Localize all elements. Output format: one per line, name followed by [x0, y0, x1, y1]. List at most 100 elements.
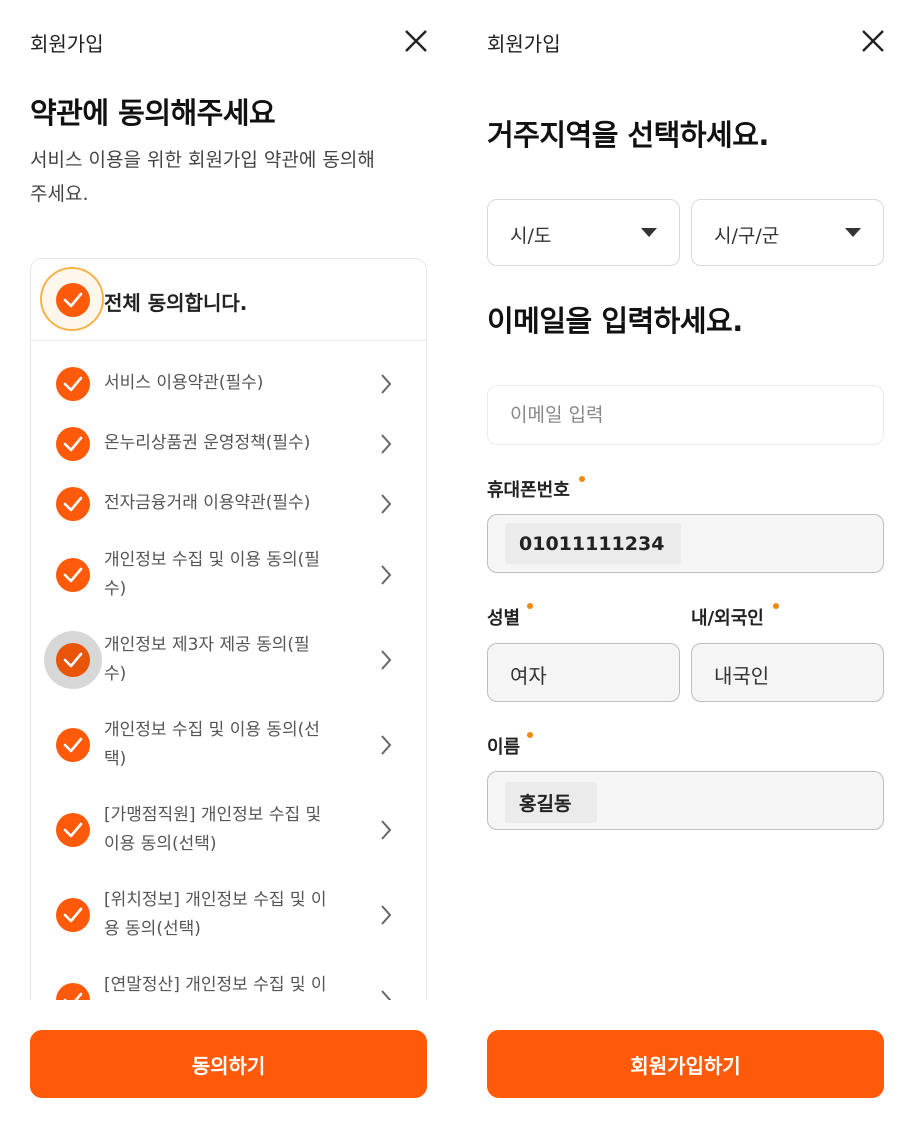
signup-form-screen: 회원가입 거주지역을 선택하세요. 시/도 시/구/군 이메일을 입력하세요. … — [457, 0, 913, 1127]
gender-field: 여자 — [487, 643, 680, 702]
name-field: 홍길동 — [487, 771, 884, 830]
term-checkbox[interactable] — [56, 487, 90, 521]
term-label-line: 온누리상품권 운영정책(필수) — [104, 433, 311, 453]
term-label-line: 개인정보 수집 및 이용 동의(필 — [104, 550, 320, 570]
check-icon — [63, 907, 83, 923]
term-label-line: 이용 동의(선택) — [104, 834, 217, 854]
nationality-label: 내/외국인 — [691, 608, 764, 629]
chevron-right-icon[interactable] — [379, 989, 393, 1000]
check-icon — [63, 737, 83, 753]
agree-button[interactable]: 동의하기 — [30, 1030, 427, 1098]
term-label: [연말정산] 개인정보 수집 및 이 — [104, 971, 339, 1000]
term-item-onnuri-policy[interactable]: 온누리상품권 운영정책(필수) — [31, 424, 426, 464]
city-select-value: 시/구/군 — [714, 225, 780, 247]
chevron-right-icon[interactable] — [379, 373, 393, 395]
term-checkbox[interactable] — [56, 427, 90, 461]
page-title: 약관에 동의해주세요 — [30, 96, 276, 130]
term-item-privacy-required[interactable]: 개인정보 수집 및 이용 동의(필 수) — [31, 546, 426, 606]
term-item-e-finance[interactable]: 전자금융거래 이용약관(필수) — [31, 484, 426, 524]
province-select-value: 시/도 — [510, 225, 552, 247]
required-dot — [527, 732, 533, 738]
term-label: 전자금융거래 이용약관(필수) — [104, 489, 339, 518]
term-item-merchant-staff[interactable]: [가맹점직원] 개인정보 수집 및 이용 동의(선택) — [31, 801, 426, 861]
caret-down-icon — [641, 228, 657, 237]
term-label-line: 수) — [104, 664, 127, 684]
term-label: 개인정보 제3자 제공 동의(필 수) — [104, 631, 339, 689]
close-icon[interactable] — [403, 28, 429, 54]
term-label-line: [가맹점직원] 개인정보 수집 및 — [104, 805, 322, 825]
close-icon[interactable] — [860, 28, 886, 54]
term-checkbox[interactable] — [56, 558, 90, 592]
subtitle-line: 서비스 이용을 위한 회원가입 약관에 동의해 — [30, 149, 375, 171]
term-label: 개인정보 수집 및 이용 동의(선 택) — [104, 716, 339, 774]
term-checkbox[interactable] — [56, 643, 90, 677]
province-select[interactable]: 시/도 — [487, 199, 680, 266]
caret-down-icon — [845, 228, 861, 237]
name-label: 이름 — [487, 737, 521, 758]
chevron-right-icon[interactable] — [379, 904, 393, 926]
header-title: 회원가입 — [30, 32, 104, 56]
check-icon — [63, 496, 83, 512]
check-icon — [63, 436, 83, 452]
term-checkbox[interactable] — [56, 813, 90, 847]
page-subtitle: 서비스 이용을 위한 회원가입 약관에 동의해 주세요. — [30, 143, 375, 211]
term-label-line: 택) — [104, 749, 127, 769]
check-icon — [63, 292, 83, 308]
chevron-right-icon[interactable] — [379, 734, 393, 756]
required-dot — [773, 603, 779, 609]
nationality-field: 내국인 — [691, 643, 884, 702]
term-label: 서비스 이용약관(필수) — [104, 369, 339, 398]
gender-value: 여자 — [510, 664, 547, 688]
term-label-line: [위치정보] 개인정보 수집 및 이 — [104, 890, 327, 910]
phone-value: 01011111234 — [505, 523, 681, 564]
agree-all-checkbox[interactable] — [56, 283, 90, 317]
term-label-line: 개인정보 수집 및 이용 동의(선 — [104, 720, 320, 740]
term-item-privacy-optional[interactable]: 개인정보 수집 및 이용 동의(선 택) — [31, 716, 426, 776]
chevron-right-icon[interactable] — [379, 433, 393, 455]
term-item-location[interactable]: [위치정보] 개인정보 수집 및 이 용 동의(선택) — [31, 886, 426, 946]
term-item-service[interactable]: 서비스 이용약관(필수) — [31, 364, 426, 404]
check-icon — [63, 652, 83, 668]
term-label: [가맹점직원] 개인정보 수집 및 이용 동의(선택) — [104, 801, 339, 859]
term-item-year-end-tax[interactable]: [연말정산] 개인정보 수집 및 이 — [31, 971, 426, 1000]
subtitle-line: 주세요. — [30, 183, 89, 205]
term-label: 온누리상품권 운영정책(필수) — [104, 429, 339, 458]
check-icon — [63, 376, 83, 392]
term-label-line: 서비스 이용약관(필수) — [104, 373, 264, 393]
term-checkbox[interactable] — [56, 983, 90, 1000]
term-label-line: 용 동의(선택) — [104, 919, 201, 939]
chevron-right-icon[interactable] — [379, 564, 393, 586]
term-checkbox[interactable] — [56, 898, 90, 932]
check-icon — [63, 992, 83, 1000]
term-label: [위치정보] 개인정보 수집 및 이 용 동의(선택) — [104, 886, 339, 944]
term-item-third-party[interactable]: 개인정보 제3자 제공 동의(필 수) — [31, 631, 426, 691]
agree-all-row[interactable]: 전체 동의합니다. — [31, 259, 426, 341]
check-icon — [63, 567, 83, 583]
phone-field: 01011111234 — [487, 514, 884, 573]
term-label-line: 개인정보 제3자 제공 동의(필 — [104, 635, 310, 655]
term-checkbox[interactable] — [56, 367, 90, 401]
terms-list: 전체 동의합니다. 서비스 이용약관(필수) 온누리상품권 운영정책(필수) 전… — [30, 258, 427, 1000]
chevron-right-icon[interactable] — [379, 649, 393, 671]
terms-agreement-screen: 회원가입 약관에 동의해주세요 서비스 이용을 위한 회원가입 약관에 동의해 … — [0, 0, 457, 1127]
email-title: 이메일을 입력하세요. — [487, 304, 743, 338]
phone-label: 휴대폰번호 — [487, 480, 570, 501]
term-checkbox[interactable] — [56, 728, 90, 762]
term-label-line: [연말정산] 개인정보 수집 및 이 — [104, 975, 327, 995]
region-title: 거주지역을 선택하세요. — [487, 118, 769, 152]
required-dot — [527, 603, 533, 609]
term-label-line: 전자금융거래 이용약관(필수) — [104, 493, 311, 513]
email-input[interactable] — [487, 385, 884, 445]
chevron-right-icon[interactable] — [379, 493, 393, 515]
required-dot — [579, 476, 585, 482]
term-label-line: 수) — [104, 579, 127, 599]
term-label: 개인정보 수집 및 이용 동의(필 수) — [104, 546, 339, 604]
nationality-value: 내국인 — [714, 664, 770, 688]
check-icon — [63, 822, 83, 838]
gender-label: 성별 — [487, 608, 521, 629]
signup-button[interactable]: 회원가입하기 — [487, 1030, 884, 1098]
city-select[interactable]: 시/구/군 — [691, 199, 884, 266]
agree-all-label: 전체 동의합니다. — [104, 291, 248, 315]
name-value: 홍길동 — [505, 782, 597, 823]
chevron-right-icon[interactable] — [379, 819, 393, 841]
